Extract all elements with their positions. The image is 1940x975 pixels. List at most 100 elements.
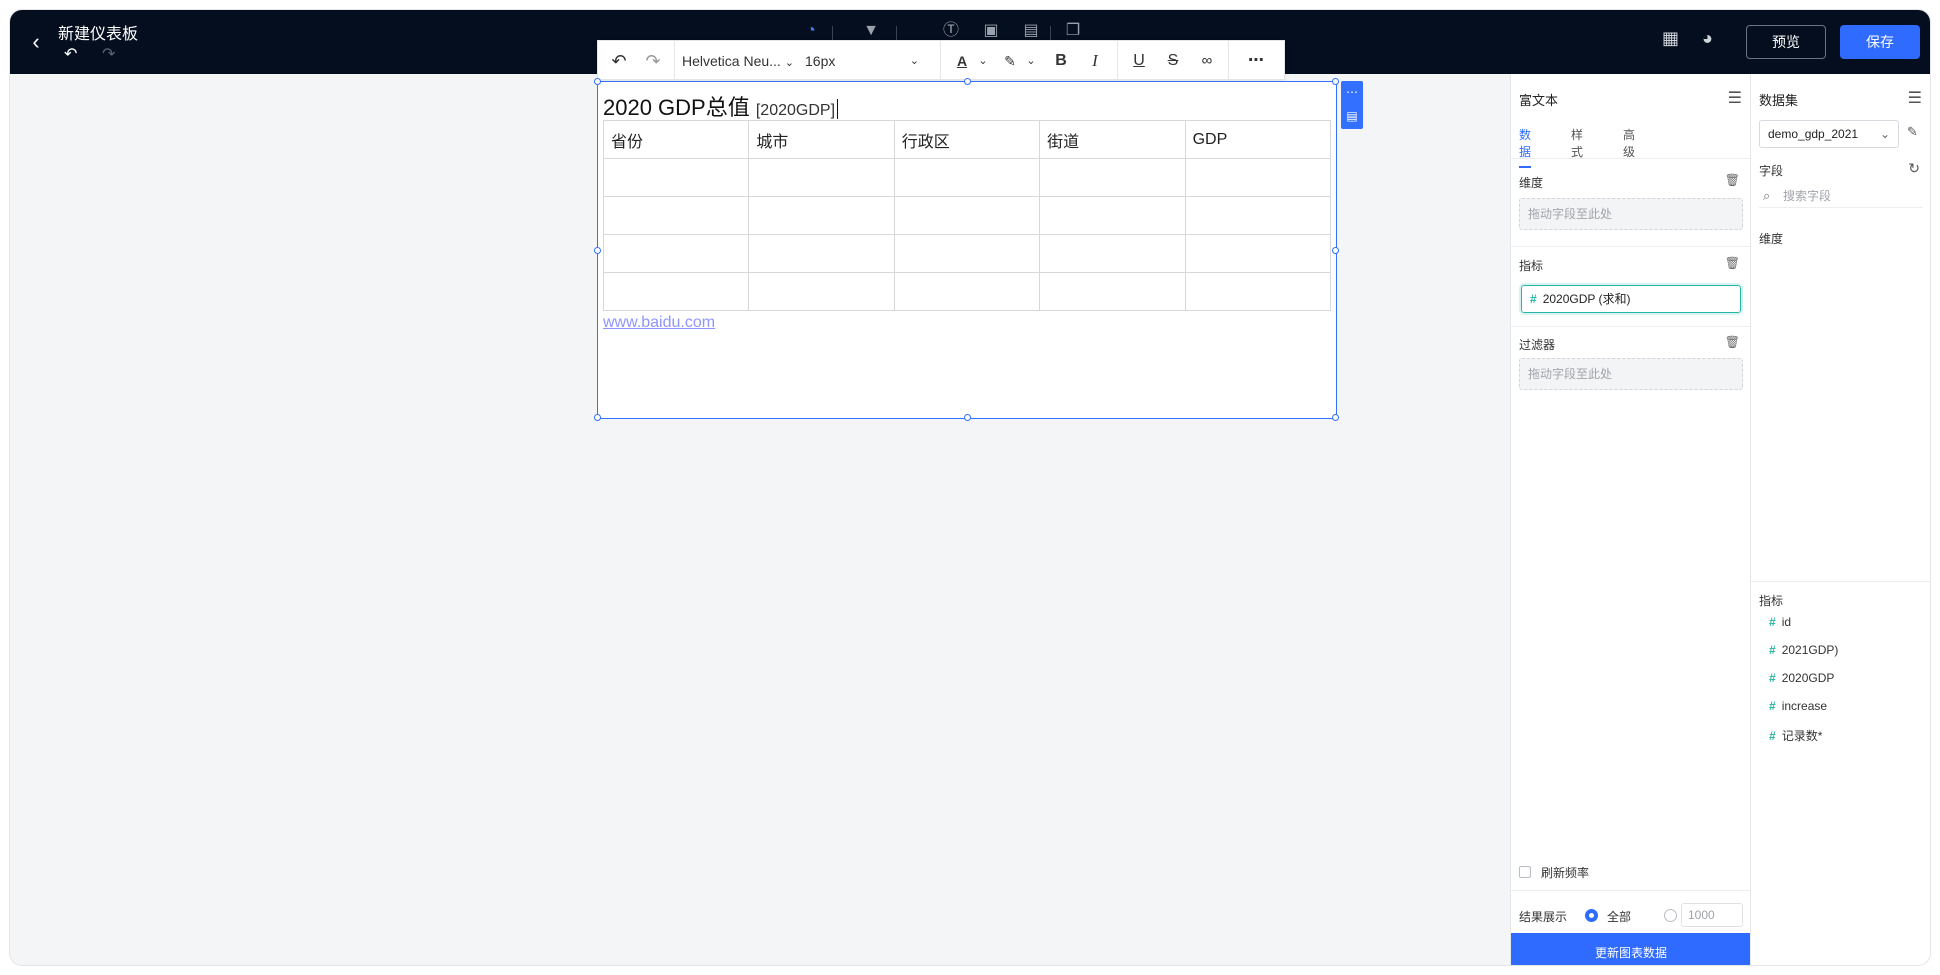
table-cell[interactable] xyxy=(1184,272,1332,311)
field-search-input[interactable]: ⌕ 搜索字段 xyxy=(1759,184,1923,208)
chevron-down-icon[interactable]: ⌄ xyxy=(976,41,990,81)
component-heading[interactable]: 2020 GDP总值 [2020GDP] xyxy=(603,90,839,122)
trash-icon[interactable]: 🗑 xyxy=(1725,335,1740,349)
table-cell[interactable] xyxy=(1184,158,1332,197)
table-cell[interactable] xyxy=(1039,272,1186,311)
result-limit-radio[interactable] xyxy=(1664,909,1677,922)
theme-icon[interactable]: ◕ xyxy=(1702,28,1713,49)
collapse-menu-icon[interactable]: ☰ xyxy=(1728,88,1742,108)
table-cell[interactable] xyxy=(893,234,1041,273)
save-button[interactable]: 保存 xyxy=(1840,25,1920,59)
toolbar-divider xyxy=(1117,41,1118,81)
number-field-icon: # xyxy=(1769,643,1776,657)
underline-icon[interactable]: U xyxy=(1124,41,1154,81)
trash-icon[interactable]: 🗑 xyxy=(1725,173,1740,187)
table-cell[interactable] xyxy=(1184,234,1332,273)
bold-icon[interactable]: B xyxy=(1046,41,1076,81)
strikethrough-icon[interactable]: S xyxy=(1158,41,1188,81)
resize-handle[interactable] xyxy=(964,78,971,85)
more-icon[interactable]: ⋯ xyxy=(1341,81,1363,105)
collapse-menu-icon[interactable]: ☰ xyxy=(1908,88,1922,108)
resize-handle[interactable] xyxy=(594,78,601,85)
table-header-cell[interactable]: 行政区 xyxy=(893,120,1041,159)
metric-field-label: 记录数* xyxy=(1781,729,1823,743)
undo-icon[interactable]: ↶ xyxy=(64,44,77,64)
table-cell[interactable] xyxy=(602,272,750,311)
table-cell[interactable] xyxy=(748,196,895,235)
highlight-icon[interactable]: ✎ xyxy=(996,41,1024,81)
font-size-select[interactable]: 16px ⌄ xyxy=(805,41,923,81)
redo-icon[interactable]: ↷ xyxy=(102,44,115,64)
layout-icon[interactable]: ▦ xyxy=(1662,28,1679,49)
tab-data[interactable]: 数据 xyxy=(1519,126,1532,168)
resize-handle[interactable] xyxy=(964,414,971,421)
table-cell[interactable] xyxy=(602,196,750,235)
text-icon[interactable]: Ⓣ xyxy=(940,20,962,42)
link-icon[interactable]: ∞ xyxy=(1192,41,1222,81)
resize-handle[interactable] xyxy=(594,247,601,254)
filter-icon[interactable]: ▼ xyxy=(860,20,882,42)
dimension-label: 维度 xyxy=(1519,176,1544,190)
filter-dropzone[interactable]: 拖动字段至此处 xyxy=(1519,358,1743,390)
table-header-cell[interactable]: GDP xyxy=(1184,120,1332,159)
back-arrow-icon[interactable]: ‹ xyxy=(24,30,48,54)
table-cell[interactable] xyxy=(1184,196,1332,235)
result-all-radio[interactable] xyxy=(1585,909,1598,922)
panel-title: 富文本 xyxy=(1519,93,1559,108)
chart-pie-icon[interactable]: ◔ xyxy=(800,20,822,42)
table-cell[interactable] xyxy=(602,158,750,197)
table-header-cell[interactable]: 街道 xyxy=(1039,120,1186,159)
dimension-dropzone[interactable]: 拖动字段至此处 xyxy=(1519,198,1743,230)
preview-button[interactable]: 预览 xyxy=(1746,25,1826,59)
metric-field-item[interactable]: # increase xyxy=(1769,699,1827,713)
table-cell[interactable] xyxy=(748,272,895,311)
table-cell[interactable] xyxy=(1039,234,1186,273)
font-color-icon[interactable]: A xyxy=(948,41,976,81)
metric-field-item[interactable]: # 记录数* xyxy=(1769,727,1822,744)
edit-icon[interactable]: ✎ xyxy=(1907,124,1918,140)
tab-style[interactable]: 样式 xyxy=(1571,126,1583,160)
table-header-cell[interactable]: 城市 xyxy=(748,120,895,159)
redo-icon[interactable]: ↷ xyxy=(638,41,668,81)
italic-icon[interactable]: I xyxy=(1080,41,1110,81)
number-field-icon: # xyxy=(1769,699,1776,713)
refresh-checkbox[interactable] xyxy=(1519,866,1531,878)
hyperlink[interactable]: www.baidu.com xyxy=(603,314,715,332)
table-cell[interactable] xyxy=(1039,158,1186,197)
table-cell[interactable] xyxy=(1039,196,1186,235)
resize-handle[interactable] xyxy=(1332,247,1339,254)
dataset-name: demo_gdp_2021 xyxy=(1768,127,1859,141)
table-cell[interactable] xyxy=(893,272,1041,311)
resize-handle[interactable] xyxy=(1332,414,1339,421)
font-family-select[interactable]: Helvetica Neu... ⌄ xyxy=(682,41,800,81)
table-cell[interactable] xyxy=(748,158,895,197)
chevron-down-icon: ⌄ xyxy=(1879,127,1890,141)
data-icon[interactable]: ▤ xyxy=(1341,105,1363,129)
table-cell[interactable] xyxy=(893,196,1041,235)
result-label: 结果展示 xyxy=(1519,910,1568,924)
tab-advanced[interactable]: 高级 xyxy=(1623,126,1635,160)
resize-handle[interactable] xyxy=(594,414,601,421)
table-cell[interactable] xyxy=(893,158,1041,197)
chevron-down-icon[interactable]: ⌄ xyxy=(1024,41,1038,81)
resize-handle[interactable] xyxy=(1332,78,1339,85)
more-icon[interactable]: ⋯ xyxy=(1238,41,1274,81)
result-limit-input[interactable]: 1000 xyxy=(1681,903,1743,927)
dataset-select[interactable]: demo_gdp_2021 ⌄ xyxy=(1759,120,1899,148)
metric-field-item[interactable]: #2021GDP) xyxy=(1769,643,1838,657)
copy-icon[interactable]: ❐ xyxy=(1062,20,1084,42)
table-header-cell[interactable]: 省份 xyxy=(602,120,750,159)
refresh-icon[interactable]: ↻ xyxy=(1908,160,1920,177)
update-chart-data-button[interactable]: 更新图表数据 xyxy=(1511,933,1751,965)
table-cell[interactable] xyxy=(748,234,895,273)
image-icon[interactable]: ▣ xyxy=(980,20,1002,42)
filter-label: 过滤器 xyxy=(1519,338,1556,352)
metric-pill[interactable]: #2020GDP (求和) xyxy=(1519,283,1743,315)
trash-icon[interactable]: 🗑 xyxy=(1725,256,1740,270)
metric-field-item[interactable]: #2020GDP xyxy=(1769,671,1834,685)
metric-field-item[interactable]: # id xyxy=(1769,615,1791,629)
table-cell[interactable] xyxy=(602,234,750,273)
tab-icon[interactable]: ▤ xyxy=(1020,20,1042,42)
undo-icon[interactable]: ↶ xyxy=(604,41,634,81)
rich-text-component[interactable]: 2020 GDP总值 [2020GDP] 省份 城市 行政区 街道 GDP ww… xyxy=(594,78,1339,421)
